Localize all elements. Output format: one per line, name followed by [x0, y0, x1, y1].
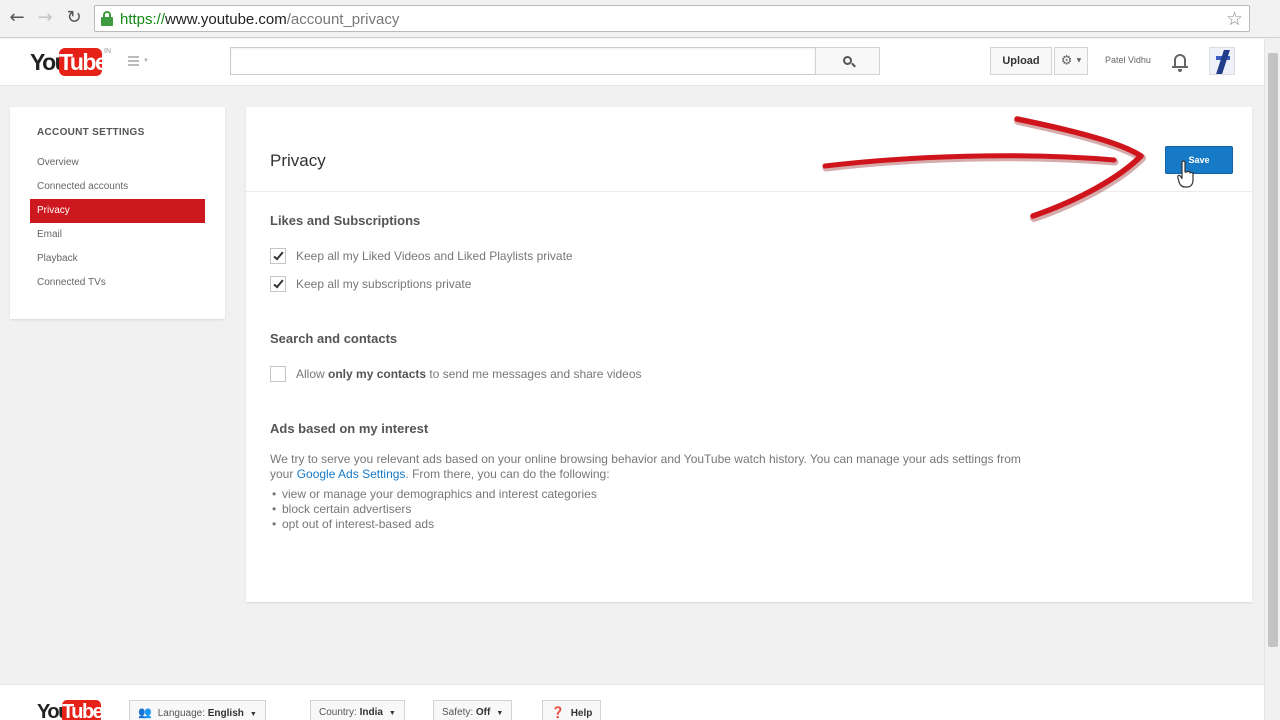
account-settings-nav: ACCOUNT SETTINGS Overview Connected acco…	[10, 107, 225, 319]
help-button[interactable]: ❓ Help	[542, 700, 602, 720]
nav-item-connected-tvs[interactable]: Connected TVs	[30, 271, 205, 295]
subscriptions-private-label: Keep all my subscriptions private	[296, 277, 472, 291]
safety-label: Safety:	[442, 707, 476, 718]
contacts-only-label: Allow only my contacts to send me messag…	[296, 367, 642, 381]
search-section-title: Search and contacts	[270, 331, 398, 346]
country-value: India	[359, 707, 383, 718]
scrollbar-thumb[interactable]	[1268, 53, 1278, 647]
language-value: English	[207, 708, 244, 719]
google-ads-settings-link[interactable]: Google Ads Settings	[297, 467, 406, 481]
subscriptions-private-checkbox[interactable]	[270, 276, 286, 292]
bookmark-star-icon[interactable]: ☆	[1226, 8, 1243, 30]
chevron-down-icon: ▼	[388, 710, 396, 717]
back-arrow-icon[interactable]: ←	[6, 7, 28, 29]
url-path: /account_privacy	[286, 11, 400, 28]
likes-section-title: Likes and Subscriptions	[270, 213, 421, 228]
ads-text-after: . From there, you can do the following:	[405, 467, 610, 481]
nav-item-privacy[interactable]: Privacy	[30, 199, 205, 223]
ads-options-list: view or manage your demographics and int…	[270, 487, 597, 532]
logo-tube: Tube	[59, 48, 108, 76]
language-label: Language:	[157, 708, 208, 719]
avatar[interactable]	[1209, 47, 1235, 75]
help-icon: ❓	[551, 706, 565, 719]
lock-icon	[101, 11, 113, 26]
footer-logo-tube: Tube	[62, 700, 104, 720]
language-button[interactable]: 👥 Language: English ▼	[129, 700, 266, 720]
safety-value: Off	[475, 707, 491, 718]
nav-item-email[interactable]: Email	[30, 223, 205, 247]
list-item: opt out of interest-based ads	[270, 517, 597, 532]
chevron-down-icon: ▼	[1076, 57, 1082, 64]
hand-cursor-icon	[1177, 160, 1194, 188]
reload-icon[interactable]: ↻	[63, 7, 85, 29]
address-bar[interactable]: https://www.youtube.com/account_privacy …	[94, 5, 1250, 32]
help-label: Help	[570, 708, 593, 719]
safety-button[interactable]: Safety: Off ▼	[433, 700, 513, 720]
contacts-only-bold: only my contacts	[328, 367, 427, 381]
upload-button[interactable]: Upload	[990, 47, 1052, 75]
checkmark-icon	[273, 249, 284, 261]
url-scheme: https://	[120, 11, 166, 28]
guide-menu-icon[interactable]: ▼	[128, 56, 150, 68]
country-button[interactable]: Country: India ▼	[310, 700, 405, 720]
ads-description: We try to serve you relevant ads based o…	[270, 452, 1030, 482]
masthead: You Tube IN ▼ Upload ⚙ ▼ Patel Vidhu	[0, 39, 1264, 86]
nav-item-connected-accounts[interactable]: Connected accounts	[30, 175, 205, 199]
contacts-only-suffix: to send me messages and share videos	[426, 367, 642, 381]
checkmark-icon	[273, 277, 284, 289]
forward-arrow-icon[interactable]: →	[34, 7, 56, 29]
search-input[interactable]	[230, 47, 816, 75]
page-title: Privacy	[270, 151, 326, 170]
liked-videos-private-checkbox[interactable]	[270, 248, 286, 264]
contacts-only-prefix: Allow	[296, 367, 329, 381]
chevron-down-icon: ▼	[249, 711, 257, 718]
nav-item-overview[interactable]: Overview	[30, 151, 205, 175]
url-text[interactable]: https://www.youtube.com/account_privacy	[120, 11, 399, 28]
notification-bell-icon[interactable]	[1172, 52, 1188, 72]
footer: You Tube 👥 Language: English ▼ Country: In…	[0, 684, 1264, 720]
liked-videos-private-label: Keep all my Liked Videos and Liked Playl…	[296, 249, 573, 263]
chevron-down-icon: ▼	[496, 710, 504, 717]
settings-gear-button[interactable]: ⚙ ▼	[1054, 47, 1088, 75]
nav-heading: ACCOUNT SETTINGS	[37, 127, 145, 138]
ads-section-title: Ads based on my interest	[270, 421, 429, 436]
list-item: block certain advertisers	[270, 502, 597, 517]
people-icon: 👥	[138, 706, 152, 719]
country-label: Country:	[319, 707, 360, 718]
gear-icon: ⚙	[1060, 53, 1073, 69]
username[interactable]: Patel Vidhu	[1105, 55, 1151, 65]
url-host: www.youtube.com	[165, 11, 287, 28]
annotation-arrow-icon	[822, 116, 1146, 222]
list-item: view or manage your demographics and int…	[270, 487, 597, 502]
logo-region: IN	[104, 48, 111, 55]
contacts-only-checkbox[interactable]	[270, 366, 286, 382]
save-button[interactable]: Save	[1165, 146, 1233, 174]
page-scrollbar[interactable]	[1264, 39, 1280, 720]
search-button[interactable]	[815, 47, 880, 75]
browser-toolbar: ← → ↻ https://www.youtube.com/account_pr…	[0, 0, 1280, 38]
nav-item-playback[interactable]: Playback	[30, 247, 205, 271]
